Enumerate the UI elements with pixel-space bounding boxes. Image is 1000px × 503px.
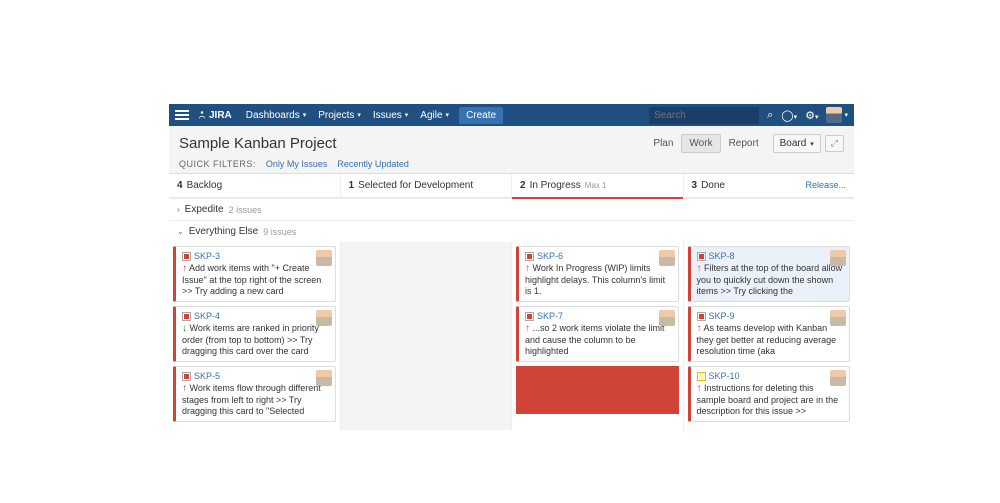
idea-icon [697,372,706,381]
board-header: Sample Kanban Project Plan Work Report B… [169,126,854,174]
top-navbar: JIRA Dashboards▾ Projects▾ Issues▾ Agile… [169,104,854,126]
nav-dashboards[interactable]: Dashboards▾ [240,110,312,121]
board-body: SKP-3 ↑ Add work items with "+ Create Is… [169,242,854,430]
card-skp-7[interactable]: SKP-7 ↑ ...so 2 work items violate the l… [516,306,679,362]
card-skp-10[interactable]: SKP-10 ↑ Instructions for deleting this … [688,366,851,422]
filter-only-my-issues[interactable]: Only My Issues [266,159,328,169]
mode-plan[interactable]: Plan [645,134,681,153]
assignee-avatar[interactable] [830,370,846,386]
priority-high-icon: ↑ [525,263,530,274]
card-skp-6[interactable]: SKP-6 ↑ Work In Progress (WIP) limits hi… [516,246,679,302]
col-head-done: 3 Done Release... [684,174,855,197]
issue-summary: Filters at the top of the board allow yo… [697,263,843,296]
search-box[interactable] [649,107,759,124]
issue-summary: Instructions for deleting this sample bo… [697,383,839,416]
story-icon [697,312,706,321]
card-skp-4[interactable]: SKP-4 ↓ Work items are ranked in priorit… [173,306,336,362]
nav-projects[interactable]: Projects▾ [312,110,367,121]
mode-report[interactable]: Report [721,134,767,153]
card-skp-9[interactable]: SKP-9 ↑ As teams develop with Kanban the… [688,306,851,362]
assignee-avatar[interactable] [316,250,332,266]
story-icon [182,372,191,381]
issue-summary: Work In Progress (WIP) limits highlight … [525,263,665,296]
card-skp-8[interactable]: SKP-8 ↑ Filters at the top of the board … [688,246,851,302]
priority-high-icon: ↑ [182,263,187,274]
col-selected[interactable] [341,242,513,430]
issue-key[interactable]: SKP-5 [194,371,220,382]
col-backlog[interactable]: SKP-3 ↑ Add work items with "+ Create Is… [169,242,341,430]
release-link[interactable]: Release... [805,180,846,190]
assignee-avatar[interactable] [316,310,332,326]
priority-high-icon: ↑ [525,323,530,334]
issue-summary: As teams develop with Kanban they get be… [697,323,837,356]
assignee-avatar[interactable] [659,310,675,326]
assignee-avatar[interactable] [316,370,332,386]
create-button[interactable]: Create [459,107,503,124]
search-input[interactable] [649,107,759,124]
wip-limit-overflow [516,366,679,414]
brand-text: JIRA [209,110,232,121]
user-menu-caret[interactable]: ▾ [844,111,848,119]
issue-summary: Add work items with "+ Create Issue" at … [182,263,321,296]
assignee-avatar[interactable] [830,310,846,326]
issue-key[interactable]: SKP-7 [537,311,563,322]
story-icon [182,312,191,321]
jira-logo[interactable]: JIRA [197,110,232,121]
assignee-avatar[interactable] [659,250,675,266]
issue-key[interactable]: SKP-4 [194,311,220,322]
priority-high-icon: ↑ [697,383,702,394]
fullscreen-button[interactable]: ⤢ [825,135,844,152]
card-skp-3[interactable]: SKP-3 ↑ Add work items with "+ Create Is… [173,246,336,302]
col-done[interactable]: SKP-8 ↑ Filters at the top of the board … [684,242,855,430]
column-headers: 4 Backlog 1 Selected for Development 2 I… [169,174,854,198]
chevron-down-icon: ⌄ [177,227,184,236]
issue-key[interactable]: SKP-6 [537,251,563,262]
swimlane-everything-else[interactable]: ⌄ Everything Else 9 issues [169,220,854,242]
story-icon [525,312,534,321]
issue-key[interactable]: SKP-9 [709,311,735,322]
filter-recently-updated[interactable]: Recently Updated [337,159,409,169]
board-dropdown[interactable]: Board▾ [773,134,821,153]
chevron-right-icon: › [177,205,180,214]
issue-summary: Work items flow through different stages… [182,383,321,416]
search-icon[interactable]: ⌕ [767,109,773,122]
nav-agile[interactable]: Agile▾ [414,110,455,121]
user-avatar[interactable] [826,107,842,123]
priority-high-icon: ↑ [182,383,187,394]
help-icon[interactable]: ◯▾ [781,109,797,122]
issue-summary: ...so 2 work items violate the limit and… [525,323,665,356]
project-title: Sample Kanban Project [179,135,337,152]
story-icon [182,252,191,261]
col-head-inprogress: 2 In Progress Max 1 [512,174,684,197]
issue-summary: Work items are ranked in priority order … [182,323,319,356]
col-head-selected: 1 Selected for Development [341,174,513,197]
nav-issues[interactable]: Issues▾ [367,110,414,121]
swimlane-expedite[interactable]: › Expedite 2 issues [169,198,854,220]
card-skp-5[interactable]: SKP-5 ↑ Work items flow through differen… [173,366,336,422]
mode-work[interactable]: Work [681,134,720,153]
col-inprogress[interactable]: SKP-6 ↑ Work In Progress (WIP) limits hi… [512,242,684,430]
menu-icon[interactable] [175,110,189,120]
story-icon [697,252,706,261]
priority-low-icon: ↓ [182,323,187,334]
priority-high-icon: ↑ [697,323,702,334]
gear-icon[interactable]: ⚙▾ [805,109,818,122]
priority-high-icon: ↑ [697,263,702,274]
issue-key[interactable]: SKP-8 [709,251,735,262]
col-head-backlog: 4 Backlog [169,174,341,197]
issue-key[interactable]: SKP-10 [709,371,740,382]
issue-key[interactable]: SKP-3 [194,251,220,262]
filters-label: QUICK FILTERS: [179,159,256,169]
story-icon [525,252,534,261]
quick-filters: QUICK FILTERS: Only My Issues Recently U… [179,159,844,169]
assignee-avatar[interactable] [830,250,846,266]
